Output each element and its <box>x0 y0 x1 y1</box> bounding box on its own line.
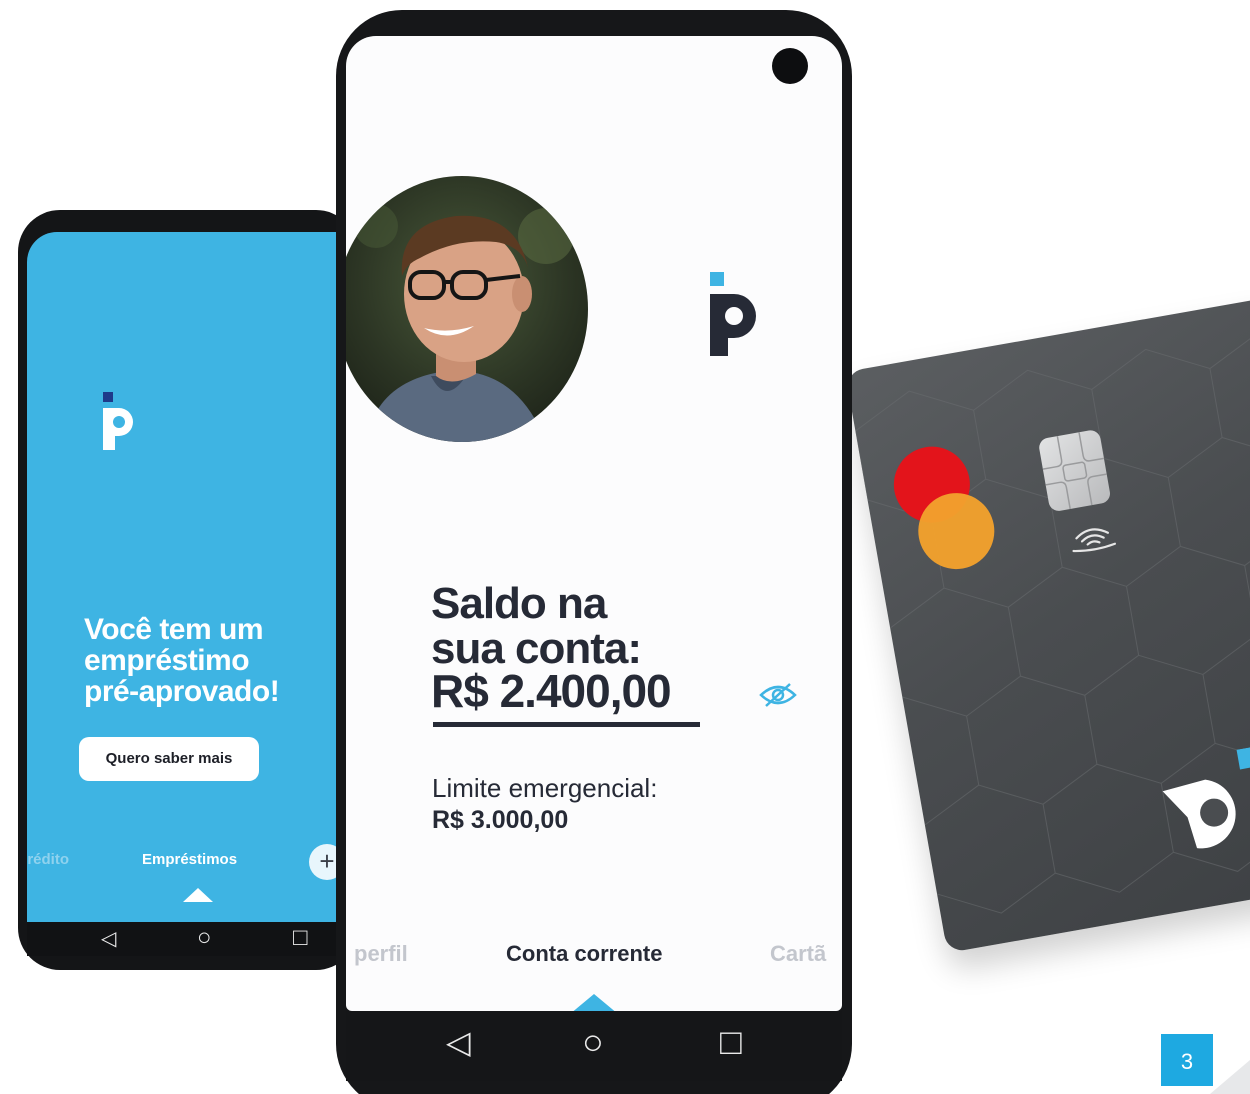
headline-line: empréstimo <box>84 644 250 677</box>
emergency-limit-value: R$ 3.000,00 <box>432 806 569 834</box>
tab-card[interactable]: Cartã <box>770 941 826 967</box>
balance-underline <box>433 722 700 727</box>
home-icon[interactable]: ○ <box>582 1021 604 1063</box>
promo-stage: Você tem um empréstimo pré-aprovado! Que… <box>0 0 1250 1094</box>
active-tab-indicator <box>570 994 618 1011</box>
headline-line: pré-aprovado! <box>84 675 280 708</box>
left-phone-screen: Você tem um empréstimo pré-aprovado! Que… <box>27 232 357 922</box>
card-chip-icon <box>1037 428 1112 513</box>
front-camera <box>772 48 808 84</box>
tab-loans[interactable]: Empréstimos <box>142 851 237 868</box>
left-phone: Você tem um empréstimo pré-aprovado! Que… <box>18 210 358 970</box>
center-phone-nav-bar: ◁ ○ □ <box>346 1011 842 1081</box>
credit-card <box>845 295 1250 954</box>
tab-credit[interactable]: crédito <box>27 851 69 868</box>
emergency-limit-label: Limite emergencial: <box>432 773 658 803</box>
loan-headline: Você tem um empréstimo pré-aprovado! <box>84 614 344 707</box>
recents-icon[interactable]: □ <box>293 924 308 952</box>
recents-icon[interactable]: □ <box>720 1021 742 1063</box>
left-phone-nav-bar: ◁ ○ □ <box>27 922 357 956</box>
brand-logo <box>103 392 133 450</box>
back-icon[interactable]: ◁ <box>446 1023 471 1061</box>
balance-title: Saldo na sua conta: <box>431 581 751 671</box>
hide-balance-eye-icon[interactable] <box>758 681 798 709</box>
tab-checking-account[interactable]: Conta corrente <box>506 941 662 967</box>
tab-profile[interactable]: perfil <box>354 941 408 967</box>
learn-more-button[interactable]: Quero saber mais <box>79 737 259 781</box>
center-phone-screen: Saldo na sua conta: R$ 2.400,00 Limite e… <box>346 36 842 1011</box>
balance-amount: R$ 2.400,00 <box>431 665 672 717</box>
back-icon[interactable]: ◁ <box>101 926 116 951</box>
active-tab-indicator <box>183 888 213 902</box>
home-icon[interactable]: ○ <box>197 924 212 952</box>
balance-title-line: Saldo na <box>431 579 607 628</box>
user-avatar <box>346 176 588 442</box>
page-number-badge: 3 <box>1161 1034 1213 1086</box>
headline-line: Você tem um <box>84 613 264 646</box>
center-phone: Saldo na sua conta: R$ 2.400,00 Limite e… <box>336 10 852 1094</box>
brand-logo <box>710 272 756 356</box>
credit-card-wrapper <box>845 295 1250 972</box>
